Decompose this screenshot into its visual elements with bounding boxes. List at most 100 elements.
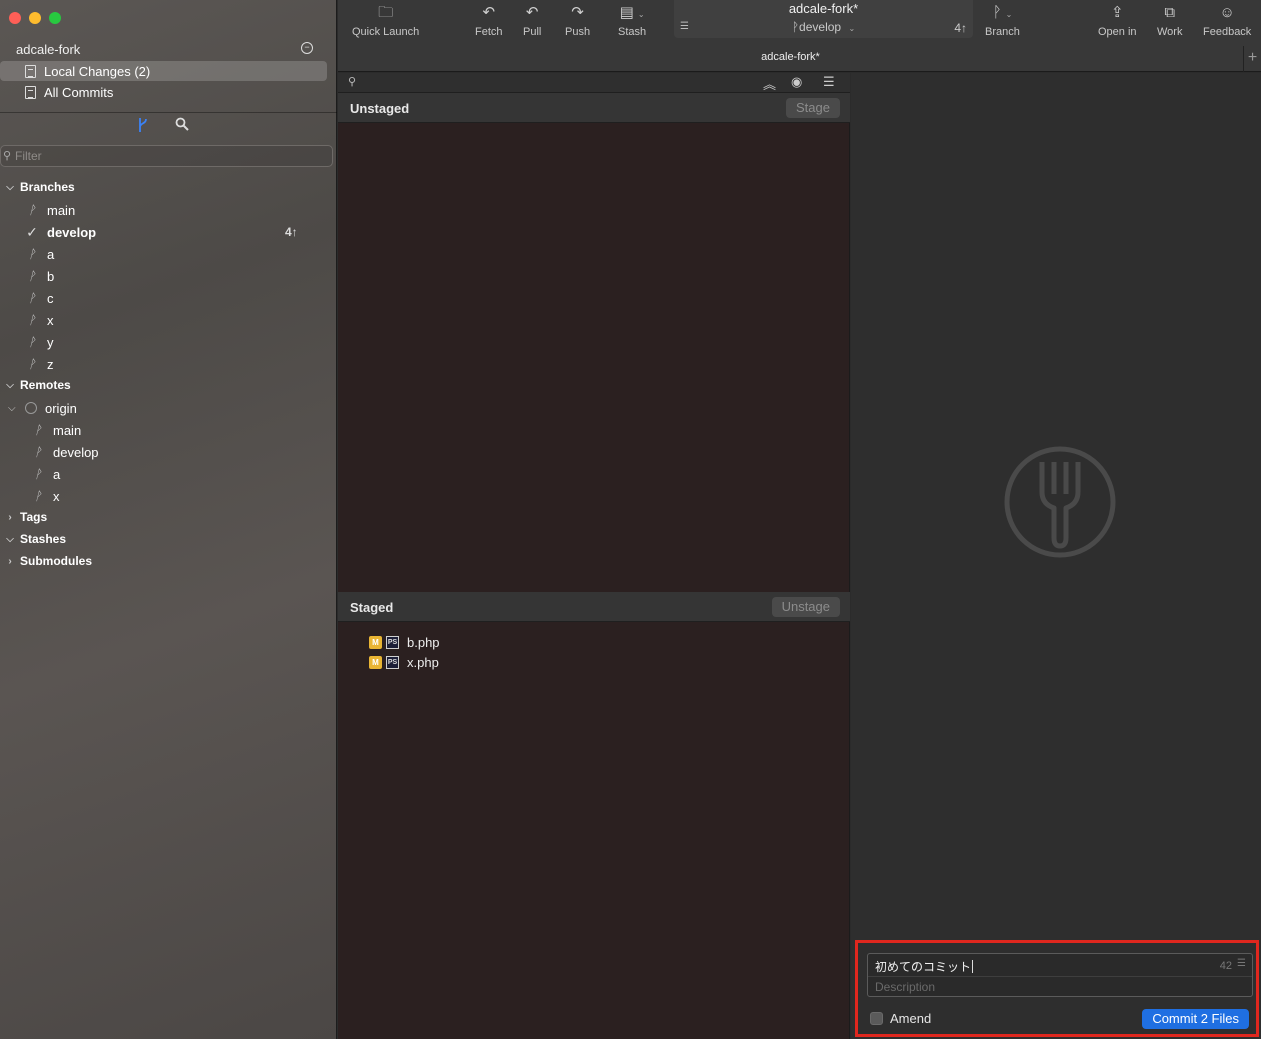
eye-icon[interactable]: ◉: [791, 74, 802, 90]
quick-launch-button[interactable]: 🗀 Quick Launch: [352, 4, 419, 44]
section-label: Submodules: [20, 554, 93, 568]
remote-branch-x[interactable]: ᚹ x: [0, 486, 330, 506]
chevron-down-icon: ⌵: [6, 379, 14, 391]
feedback-button[interactable]: ☺ Feedback: [1203, 4, 1251, 44]
branch-item-a[interactable]: ᚹ a: [0, 244, 330, 264]
branch-item-b[interactable]: ᚹ b: [0, 266, 330, 286]
branch-icon: ᚹ: [28, 269, 36, 283]
branch-icon: ᚹ: [34, 467, 42, 481]
search-tab-icon[interactable]: [175, 117, 189, 135]
unstaged-title: Unstaged: [350, 101, 410, 116]
stash-button[interactable]: ▤ ⌄ Stash: [618, 4, 646, 44]
work-button[interactable]: ⧉ Work: [1157, 4, 1182, 44]
commit-summary-input[interactable]: 初めてのコミット: [875, 958, 974, 975]
branch-item-y[interactable]: ᚹ y: [0, 332, 330, 352]
branch-label: main: [53, 422, 82, 438]
branches-tab-icon[interactable]: [137, 117, 149, 137]
toolbar: 🗀 Quick Launch ↶ Fetch ↶ Pull ↷ Push ▤ ⌄ …: [338, 0, 1261, 72]
branch-label: z: [47, 356, 54, 372]
staged-file-row[interactable]: M PS b.php: [369, 633, 440, 651]
nav-local-changes[interactable]: Local Changes (2): [0, 61, 327, 81]
close-window-button[interactable]: [9, 12, 21, 24]
modified-badge: M: [369, 655, 382, 669]
staged-file-row[interactable]: M PS x.php: [369, 653, 439, 671]
branch-icon: ᚹ: [28, 247, 36, 261]
changes-search-bar[interactable]: ⚲ ︽ ◉ ☰: [338, 73, 850, 93]
chevron-down-icon: ⌵: [6, 533, 14, 545]
branch-button[interactable]: ᚹ ⌄ Branch: [985, 4, 1020, 44]
fetch-icon: ↶: [482, 4, 496, 21]
list-view-icon[interactable]: ☰: [823, 74, 835, 90]
amend-checkbox[interactable]: Amend: [870, 1011, 931, 1026]
divider: [0, 112, 337, 113]
zoom-window-button[interactable]: [49, 12, 61, 24]
commit-message-box[interactable]: 初めてのコミット 42 ☰ Description: [867, 953, 1253, 997]
remote-branch-develop[interactable]: ᚹ develop: [0, 442, 330, 462]
branch-item-c[interactable]: ᚹ c: [0, 288, 330, 308]
char-count: 42: [1219, 960, 1232, 972]
collapse-icon[interactable]: ︽: [763, 74, 776, 93]
checkmark-icon: ✓: [26, 223, 38, 240]
commit-button[interactable]: Commit 2 Files: [1142, 1009, 1249, 1029]
list-icon[interactable]: ☰: [1237, 958, 1246, 969]
filter-input[interactable]: [15, 147, 315, 165]
window-title: adcale-fork*: [788, 1, 859, 16]
branch-icon: ᚹ: [791, 20, 800, 34]
chevron-down-icon: ⌵: [8, 402, 16, 414]
current-branch-selector[interactable]: ᚹdevelop ⌄: [674, 20, 973, 34]
nav-all-commits[interactable]: All Commits: [0, 82, 327, 102]
tab-repo[interactable]: adcale-fork*: [338, 51, 1243, 63]
branch-item-z[interactable]: ᚹ z: [0, 354, 330, 374]
open-in-button[interactable]: ⇪ Open in: [1098, 4, 1137, 44]
commit-description-input[interactable]: Description: [875, 980, 935, 994]
repo-options-icon[interactable]: −: [301, 42, 313, 54]
branch-icon: ᚹ: [34, 423, 42, 437]
document-icon: [25, 85, 36, 99]
branch-label: develop: [53, 444, 99, 460]
search-icon: ⚲: [3, 150, 12, 162]
repo-title-box[interactable]: ☰ adcale-fork* ᚹdevelop ⌄ 4↑: [674, 0, 973, 38]
section-branches[interactable]: ⌵ Branches: [0, 177, 75, 197]
filter-field[interactable]: ⚲: [0, 145, 333, 167]
stage-button[interactable]: Stage: [786, 98, 840, 118]
branch-label: b: [47, 268, 55, 284]
folder-icon: 🗀: [378, 4, 394, 21]
checkbox-icon: [870, 1012, 883, 1025]
ahead-count: 4↑: [285, 225, 298, 239]
branch-icon: ᚹ: [34, 489, 42, 503]
share-icon: ⇪: [1110, 4, 1124, 21]
fork-logo-icon: [1004, 446, 1116, 558]
branch-item-main[interactable]: ᚹ main: [0, 200, 330, 220]
remote-branch-a[interactable]: ᚹ a: [0, 464, 330, 484]
branch-label: c: [47, 290, 54, 306]
divider: [868, 976, 1252, 977]
remote-branch-main[interactable]: ᚹ main: [0, 420, 330, 440]
amend-label: Amend: [890, 1011, 932, 1026]
unstage-button[interactable]: Unstage: [771, 597, 840, 617]
commit-panel: 初めてのコミット 42 ☰ Description Amend Commit 2…: [855, 940, 1259, 1037]
branch-item-x[interactable]: ᚹ x: [0, 310, 330, 330]
section-label: Tags: [20, 510, 48, 524]
new-tab-button[interactable]: +: [1243, 46, 1261, 72]
branch-item-develop[interactable]: ✓ develop 4↑: [0, 222, 330, 242]
changes-panel: ⚲ ︽ ◉ ☰ Unstaged Stage Staged Unstage M …: [338, 73, 850, 1039]
branch-label: y: [47, 334, 54, 350]
diff-panel: 初めてのコミット 42 ☰ Description Amend Commit 2…: [851, 73, 1261, 1039]
section-tags[interactable]: › Tags: [0, 507, 47, 527]
fetch-button[interactable]: ↶ Fetch: [475, 4, 503, 44]
branch-label: a: [47, 246, 55, 262]
section-remotes[interactable]: ⌵ Remotes: [0, 375, 70, 395]
section-stashes[interactable]: ⌵ Stashes: [0, 529, 66, 549]
unstaged-header: Unstaged Stage: [338, 93, 850, 123]
pull-button[interactable]: ↶ Pull: [523, 4, 541, 44]
branch-icon: ᚹ: [28, 313, 36, 327]
branch-icon: ᚹ ⌄: [992, 4, 1013, 21]
minimize-window-button[interactable]: [29, 12, 41, 24]
php-file-icon: PS: [386, 655, 399, 669]
smiley-icon: ☺: [1219, 4, 1235, 21]
remote-item-origin[interactable]: ⌵ origin: [0, 398, 330, 418]
push-button[interactable]: ↷ Push: [565, 4, 590, 44]
window-controls: [9, 12, 61, 24]
section-submodules[interactable]: › Submodules: [0, 551, 92, 571]
branch-icon: ᚹ: [28, 335, 36, 349]
